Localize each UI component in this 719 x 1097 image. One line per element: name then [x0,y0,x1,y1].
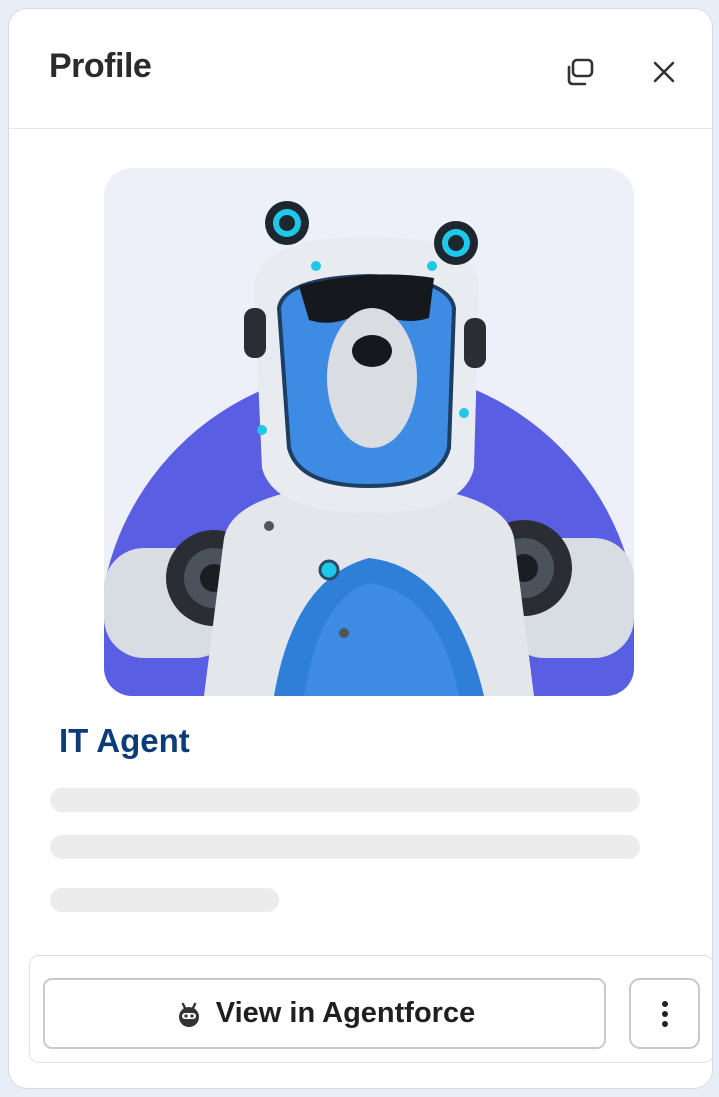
panel-header: Profile [9,9,712,129]
loading-skeleton-line [50,788,640,812]
more-actions-button[interactable] [629,978,700,1049]
robot-bear-avatar-image [104,168,634,696]
close-button[interactable] [641,49,687,95]
view-in-agentforce-label: View in Agentforce [215,997,476,1029]
agent-avatar [104,168,634,696]
popout-icon [567,58,594,86]
panel-title: Profile [49,47,152,85]
loading-skeleton-line [50,835,640,859]
more-vertical-icon [661,1000,668,1027]
popout-button[interactable] [557,49,603,95]
close-icon [653,61,675,83]
loading-skeleton-line [50,888,279,912]
agent-name: IT Agent [59,722,190,759]
agentforce-icon [178,1002,199,1027]
view-in-agentforce-button[interactable]: View in Agentforce [43,978,606,1049]
profile-panel: Profile IT Agent View in Agentforce [9,9,712,1088]
